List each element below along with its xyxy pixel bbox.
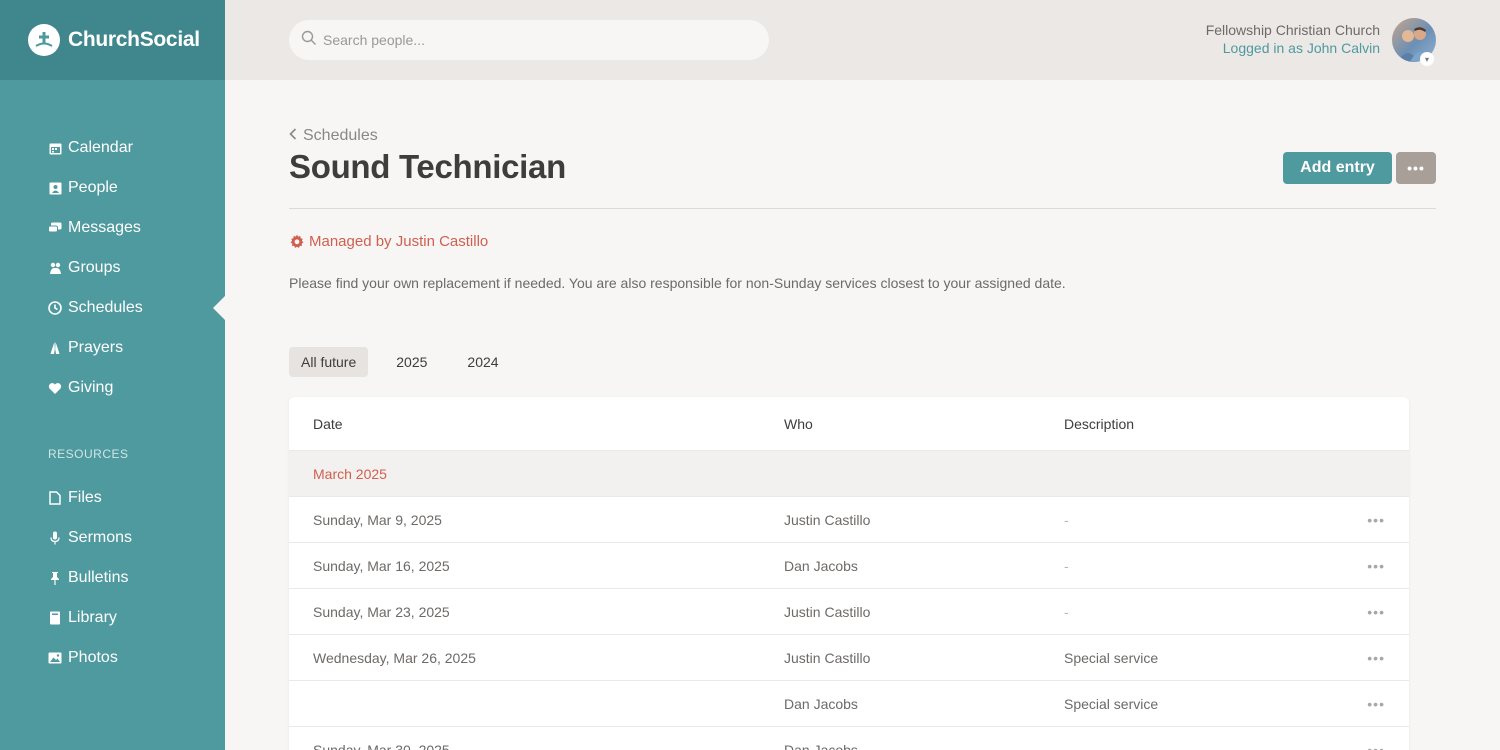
row-date: Wednesday, Mar 26, 2025: [313, 649, 476, 666]
managed-by: Managed by Justin Castillo: [289, 233, 488, 250]
praying-hands-icon: [48, 341, 62, 355]
row-who: Dan Jacobs: [784, 557, 858, 574]
sidebar-item-label: Prayers: [68, 339, 124, 356]
row-who: Justin Castillo: [784, 511, 871, 528]
account-info[interactable]: Fellowship Christian Church Logged in as…: [1206, 22, 1380, 56]
contact-card-icon: [48, 181, 62, 195]
sidebar-item-label: Groups: [68, 259, 121, 276]
sidebar-item-giving[interactable]: Giving: [0, 368, 225, 408]
resources-heading: RESOURCES: [48, 447, 129, 461]
logged-in-text[interactable]: Logged in as John Calvin: [1206, 40, 1380, 56]
sidebar-item-schedules[interactable]: Schedules: [0, 288, 225, 328]
row-date: Sunday, Mar 9, 2025: [313, 511, 442, 528]
sidebar-item-prayers[interactable]: Prayers: [0, 328, 225, 368]
sidebar-item-calendar[interactable]: Calendar: [0, 128, 225, 168]
divider: [289, 208, 1436, 209]
sidebar-item-label: Calendar: [68, 139, 133, 156]
row-more-icon[interactable]: •••: [1367, 604, 1385, 620]
heart-icon: [48, 381, 62, 395]
sidebar-item-sermons[interactable]: Sermons: [0, 518, 225, 558]
row-who: Justin Castillo: [784, 649, 871, 666]
table-row[interactable]: Sunday, Mar 9, 2025 Justin Castillo - ••…: [289, 497, 1409, 543]
sidebar-item-library[interactable]: Library: [0, 598, 225, 638]
column-header-who[interactable]: Who: [784, 416, 813, 432]
column-header-description[interactable]: Description: [1064, 416, 1134, 432]
breadcrumb[interactable]: Schedules: [289, 127, 378, 145]
sidebar-item-messages[interactable]: Messages: [0, 208, 225, 248]
row-more-icon[interactable]: •••: [1367, 512, 1385, 528]
brand[interactable]: ChurchSocial: [0, 0, 225, 80]
search-icon: [301, 30, 317, 51]
table-row[interactable]: Sunday, Mar 23, 2025 Justin Castillo - •…: [289, 589, 1409, 635]
row-description: -: [1064, 557, 1069, 574]
breadcrumb-label: Schedules: [303, 127, 378, 144]
row-more-icon[interactable]: •••: [1367, 742, 1385, 750]
row-date: Sunday, Mar 23, 2025: [313, 603, 450, 620]
row-who: Justin Castillo: [784, 603, 871, 620]
schedule-description: Please find your own replacement if need…: [289, 275, 1066, 291]
chat-bubbles-icon: [48, 221, 62, 235]
image-icon: [48, 651, 62, 665]
row-description: Special service: [1064, 649, 1159, 666]
add-entry-button[interactable]: Add entry: [1283, 152, 1392, 184]
year-tabs: All future 2025 2024: [289, 347, 527, 377]
table-row[interactable]: Dan Jacobs Special service •••: [289, 681, 1409, 727]
tab-2025[interactable]: 2025: [384, 347, 439, 377]
microphone-icon: [48, 531, 62, 545]
group-icon: [48, 261, 62, 275]
row-description: -: [1064, 511, 1069, 528]
sidebar-item-files[interactable]: Files: [0, 478, 225, 518]
sidebar-item-bulletins[interactable]: Bulletins: [0, 558, 225, 598]
sidebar-item-label: Bulletins: [68, 569, 129, 586]
sidebar-item-label: Giving: [68, 379, 114, 396]
schedule-table: Date Who Description March 2025 Sunday, …: [289, 397, 1409, 750]
page-title: Sound Technician: [289, 148, 566, 185]
month-group-header: March 2025: [289, 451, 1409, 497]
sidebar-item-photos[interactable]: Photos: [0, 638, 225, 678]
sidebar-item-label: Files: [68, 489, 102, 506]
sidebar-item-label: Schedules: [68, 299, 143, 316]
sidebar-item-people[interactable]: People: [0, 168, 225, 208]
file-icon: [48, 491, 62, 505]
row-who: Dan Jacobs: [784, 741, 858, 750]
chevron-down-icon[interactable]: ▾: [1420, 52, 1434, 66]
sidebar-item-label: People: [68, 179, 118, 196]
row-description: -: [1064, 603, 1069, 620]
chevron-left-icon: [289, 127, 297, 145]
tab-all-future[interactable]: All future: [289, 347, 369, 377]
cross-logo-icon: [28, 24, 60, 56]
calendar-icon: [48, 141, 62, 155]
brand-name: ChurchSocial: [68, 28, 200, 51]
table-row[interactable]: Sunday, Mar 16, 2025 Dan Jacobs - •••: [289, 543, 1409, 589]
column-header-date[interactable]: Date: [313, 416, 343, 432]
row-more-icon[interactable]: •••: [1367, 650, 1385, 666]
table-row[interactable]: Wednesday, Mar 26, 2025 Justin Castillo …: [289, 635, 1409, 681]
managed-by-text: Managed by Justin Castillo: [309, 233, 489, 250]
row-date: Sunday, Mar 30, 2025: [313, 741, 450, 750]
pin-icon: [48, 571, 62, 585]
sidebar-item-label: Sermons: [68, 529, 133, 546]
row-description: Special service: [1064, 695, 1159, 712]
more-options-button[interactable]: •••: [1396, 152, 1436, 184]
sidebar-item-label: Photos: [68, 649, 118, 666]
search-bar[interactable]: [289, 20, 769, 60]
table-row[interactable]: Sunday, Mar 30, 2025 Dan Jacobs •••: [289, 727, 1409, 750]
book-icon: [48, 611, 62, 625]
gear-icon: [289, 234, 305, 250]
row-more-icon[interactable]: •••: [1367, 696, 1385, 712]
sidebar: ChurchSocial Calendar People Messages Gr…: [0, 0, 225, 750]
sidebar-item-label: Messages: [68, 219, 141, 236]
sidebar-nav: Calendar People Messages Groups Schedule…: [0, 128, 225, 678]
row-date: Sunday, Mar 16, 2025: [313, 557, 450, 574]
church-name: Fellowship Christian Church: [1205, 22, 1380, 38]
clock-icon: [48, 301, 62, 315]
sidebar-item-groups[interactable]: Groups: [0, 248, 225, 288]
tab-2024[interactable]: 2024: [455, 347, 510, 377]
sidebar-item-label: Library: [68, 609, 117, 626]
row-who: Dan Jacobs: [784, 695, 858, 712]
top-header: Fellowship Christian Church Logged in as…: [225, 0, 1500, 80]
table-header: Date Who Description: [289, 397, 1409, 451]
row-more-icon[interactable]: •••: [1367, 558, 1385, 574]
search-input[interactable]: [323, 32, 743, 48]
